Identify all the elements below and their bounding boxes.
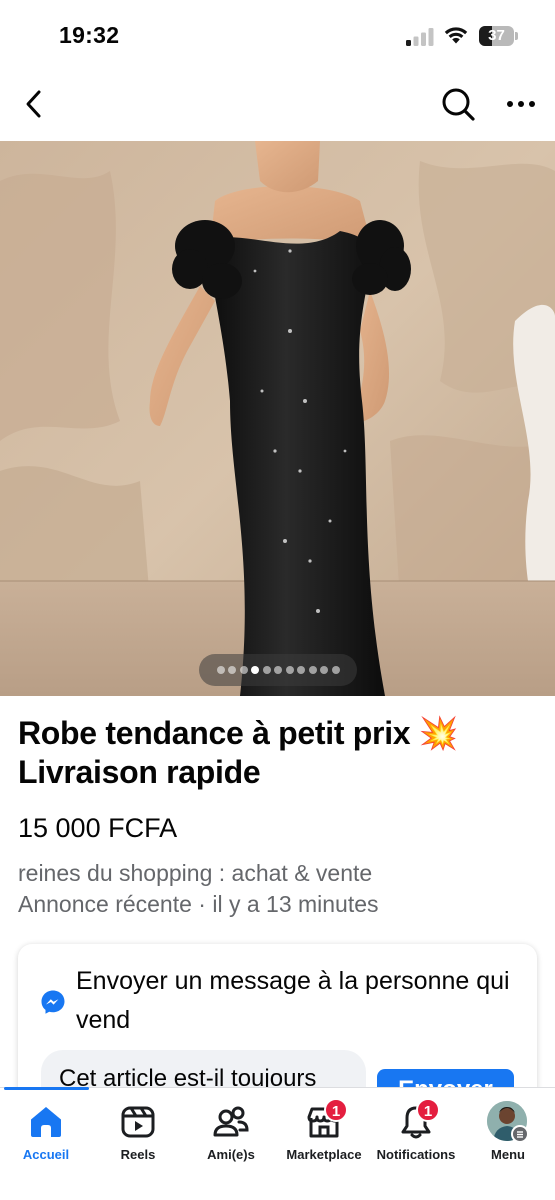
tab-label-amis: Ami(e)s: [207, 1147, 255, 1162]
tab-reels[interactable]: Reels: [98, 1094, 178, 1174]
carousel-dot: [308, 666, 317, 674]
battery-icon: 37: [479, 26, 519, 46]
product-photo[interactable]: [0, 141, 555, 696]
listing-title-line2: Livraison rapide: [18, 754, 261, 790]
tab-notifications[interactable]: 1 Notifications: [372, 1094, 460, 1174]
menu-icon: [511, 1125, 529, 1143]
tab-accueil[interactable]: Accueil: [6, 1094, 86, 1174]
marketplace-badge: 1: [324, 1098, 348, 1122]
carousel-dot: [216, 666, 225, 674]
carousel-dot: [285, 666, 294, 674]
posted-time: Annonce récente · il y a 13 minutes: [18, 891, 379, 917]
tab-label-marketplace: Marketplace: [286, 1147, 362, 1162]
carousel-dot: [274, 666, 282, 674]
tab-amis[interactable]: Ami(e)s: [190, 1094, 272, 1174]
battery-level: 37: [488, 27, 505, 44]
carousel-dot: [239, 666, 248, 674]
seller-name[interactable]: reines du shopping : achat & vente: [18, 858, 372, 888]
message-heading-line1: Envoyer un message à la personne qui: [76, 967, 510, 995]
carousel-dot: [228, 666, 236, 674]
carousel-dot: [251, 666, 259, 674]
more-icon[interactable]: [505, 96, 537, 112]
tab-label-menu: Menu: [491, 1147, 525, 1162]
home-icon: [31, 1107, 61, 1137]
tab-label-notifications: Notifications: [376, 1147, 456, 1162]
photo-carousel-indicator[interactable]: [199, 654, 357, 686]
tab-marketplace[interactable]: 1 Marketplace: [280, 1094, 368, 1174]
notifications-badge: 1: [416, 1098, 440, 1122]
carousel-dot: [320, 666, 328, 674]
status-time: 19:32: [59, 22, 120, 48]
messenger-icon: [41, 990, 65, 1014]
listing-title-line1: Robe tendance à petit prix 💥: [18, 715, 459, 751]
status-bar: 19:32 37: [0, 0, 555, 70]
tab-label-accueil: Accueil: [22, 1147, 70, 1162]
wifi-icon: [444, 27, 468, 44]
carousel-dot: [331, 666, 340, 674]
carousel-dot: [262, 666, 271, 674]
dress-photo-illustration: [0, 141, 555, 696]
back-icon[interactable]: [20, 86, 48, 122]
signal-icon: [406, 28, 434, 46]
tab-label-reels: Reels: [120, 1147, 156, 1162]
carousel-dot: [297, 666, 305, 674]
active-tab-indicator: [4, 1087, 89, 1090]
listing-title: Robe tendance à petit prix 💥 Livraison r…: [18, 714, 548, 792]
listing-price: 15 000 FCFA: [18, 813, 178, 843]
search-icon[interactable]: [440, 86, 476, 122]
message-heading-line2: vend: [76, 1006, 131, 1034]
reels-icon: [121, 1106, 155, 1138]
friends-icon: [213, 1106, 249, 1137]
